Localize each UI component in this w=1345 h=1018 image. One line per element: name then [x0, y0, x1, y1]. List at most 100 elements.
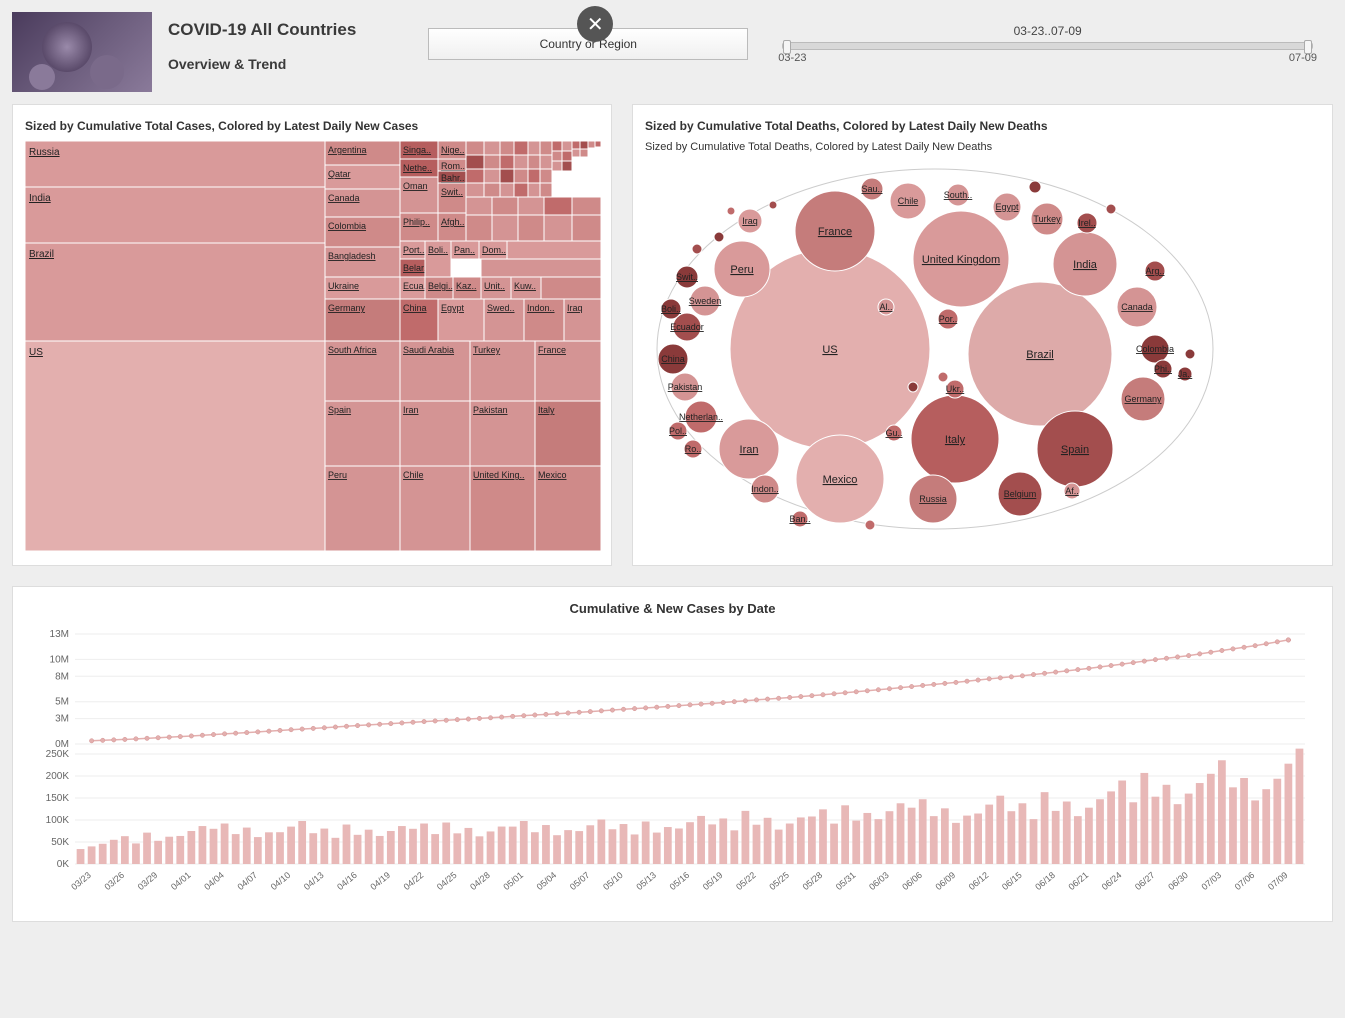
svg-text:05/25: 05/25 — [767, 870, 791, 892]
svg-text:06/30: 06/30 — [1166, 870, 1190, 892]
bubble-title: Sized by Cumulative Total Deaths, Colore… — [645, 119, 1320, 133]
svg-text:Boli..: Boli.. — [428, 245, 448, 255]
bubble-panel: Sized by Cumulative Total Deaths, Colore… — [632, 104, 1333, 566]
svg-text:Pakistan: Pakistan — [668, 382, 703, 392]
svg-text:06/15: 06/15 — [1000, 870, 1024, 892]
svg-text:Ukr..: Ukr.. — [946, 384, 965, 394]
svg-text:Por..: Por.. — [939, 314, 958, 324]
svg-text:United King..: United King.. — [473, 470, 525, 480]
svg-text:Sweden: Sweden — [689, 296, 722, 306]
svg-text:Boli..: Boli.. — [661, 304, 681, 314]
svg-text:Bahr..: Bahr.. — [441, 173, 465, 183]
svg-text:05/28: 05/28 — [801, 870, 825, 892]
svg-text:Spain: Spain — [1061, 444, 1089, 456]
svg-text:Pan..: Pan.. — [454, 245, 475, 255]
tiny-tiles — [466, 141, 601, 197]
svg-text:Iran: Iran — [403, 405, 419, 415]
svg-text:04/19: 04/19 — [368, 870, 392, 892]
svg-text:05/16: 05/16 — [668, 870, 692, 892]
timeline-panel: Cumulative & New Cases by Date 0M3M5M8M1… — [12, 586, 1333, 922]
svg-text:Canada: Canada — [328, 193, 360, 203]
svg-text:France: France — [818, 226, 852, 238]
svg-text:Turkey: Turkey — [1033, 214, 1061, 224]
svg-text:05/01: 05/01 — [501, 870, 525, 892]
svg-text:Argentina: Argentina — [328, 145, 367, 155]
treemap-chart[interactable]: Russia India Brazil US Argentina Qatar C… — [25, 141, 601, 551]
svg-text:Bangladesh: Bangladesh — [328, 251, 376, 261]
svg-text:13M: 13M — [50, 629, 69, 640]
svg-text:06/12: 06/12 — [967, 870, 991, 892]
slider-end-label: 07-09 — [1289, 52, 1317, 64]
svg-text:04/04: 04/04 — [202, 870, 226, 892]
svg-text:Indon..: Indon.. — [527, 303, 555, 313]
svg-text:Belgi..: Belgi.. — [428, 281, 453, 291]
svg-text:Colombia: Colombia — [1136, 344, 1174, 354]
svg-text:200K: 200K — [46, 771, 70, 782]
svg-text:Germany: Germany — [328, 303, 366, 313]
svg-text:250K: 250K — [46, 749, 70, 760]
svg-text:Italy: Italy — [538, 405, 555, 415]
svg-text:06/06: 06/06 — [900, 870, 924, 892]
svg-text:Turkey: Turkey — [473, 345, 501, 355]
bubble-chart[interactable]: US Brazil United Kingdom Italy Mexico Fr… — [645, 159, 1225, 539]
svg-text:Afgh..: Afgh.. — [441, 217, 465, 227]
svg-text:Chile: Chile — [898, 196, 919, 206]
svg-text:Mexico: Mexico — [538, 470, 567, 480]
svg-text:Qatar: Qatar — [328, 169, 351, 179]
svg-text:05/04: 05/04 — [535, 870, 559, 892]
slider-thumb-end[interactable] — [1304, 40, 1312, 54]
svg-text:10M: 10M — [50, 654, 69, 665]
svg-text:04/13: 04/13 — [302, 870, 326, 892]
svg-text:Brazil: Brazil — [29, 249, 54, 260]
svg-text:50K: 50K — [51, 837, 69, 848]
svg-text:Pol..: Pol.. — [669, 426, 687, 436]
svg-text:Swit..: Swit.. — [441, 187, 463, 197]
svg-text:Iran: Iran — [740, 444, 759, 456]
svg-text:Iraq: Iraq — [742, 216, 758, 226]
svg-text:China: China — [403, 303, 427, 313]
svg-text:06/27: 06/27 — [1133, 870, 1157, 892]
svg-text:06/09: 06/09 — [934, 870, 958, 892]
svg-text:Rom..: Rom.. — [441, 161, 465, 171]
svg-text:India: India — [1073, 259, 1098, 271]
svg-text:Dom..: Dom.. — [482, 245, 506, 255]
svg-text:8M: 8M — [55, 671, 69, 682]
svg-text:Russia: Russia — [919, 494, 947, 504]
svg-text:Canada: Canada — [1121, 302, 1153, 312]
svg-text:Pakistan: Pakistan — [473, 405, 508, 415]
svg-text:Germany: Germany — [1124, 394, 1162, 404]
svg-text:04/16: 04/16 — [335, 870, 359, 892]
svg-text:03/23: 03/23 — [69, 870, 93, 892]
svg-text:06/24: 06/24 — [1100, 870, 1124, 892]
svg-text:Sau..: Sau.. — [861, 184, 882, 194]
svg-text:04/25: 04/25 — [435, 870, 459, 892]
svg-text:05/31: 05/31 — [834, 870, 858, 892]
close-icon: ✕ — [587, 12, 604, 37]
svg-text:06/03: 06/03 — [867, 870, 891, 892]
svg-text:China: China — [661, 354, 685, 364]
svg-text:Swed..: Swed.. — [487, 303, 515, 313]
slider-track[interactable] — [782, 42, 1313, 50]
filter-bar: ✕ Country or Region 03-23..07-09 03-23 0… — [412, 12, 1333, 84]
slider-thumb-start[interactable] — [783, 40, 791, 54]
svg-text:0K: 0K — [57, 859, 70, 870]
svg-text:05/07: 05/07 — [568, 870, 592, 892]
date-range-slider[interactable]: 03-23..07-09 03-23 07-09 — [778, 24, 1317, 64]
timeline-chart[interactable]: 0M3M5M8M10M13M0K50K100K150K200K250K03/23… — [25, 624, 1315, 904]
svg-text:Mexico: Mexico — [823, 474, 858, 486]
svg-text:05/10: 05/10 — [601, 870, 625, 892]
svg-text:06/18: 06/18 — [1033, 870, 1057, 892]
svg-text:Egypt: Egypt — [995, 202, 1019, 212]
svg-text:Ukraine: Ukraine — [328, 281, 359, 291]
svg-text:South Africa: South Africa — [328, 345, 377, 355]
svg-text:Arg..: Arg.. — [1145, 266, 1164, 276]
svg-text:Peru: Peru — [328, 470, 347, 480]
svg-text:03/29: 03/29 — [136, 870, 160, 892]
svg-text:06/21: 06/21 — [1067, 870, 1091, 892]
svg-text:05/13: 05/13 — [634, 870, 658, 892]
svg-text:Ban..: Ban.. — [789, 514, 810, 524]
slider-range-label: 03-23..07-09 — [778, 24, 1317, 38]
svg-text:04/22: 04/22 — [402, 870, 426, 892]
svg-text:South..: South.. — [944, 190, 973, 200]
svg-text:India: India — [29, 193, 51, 204]
